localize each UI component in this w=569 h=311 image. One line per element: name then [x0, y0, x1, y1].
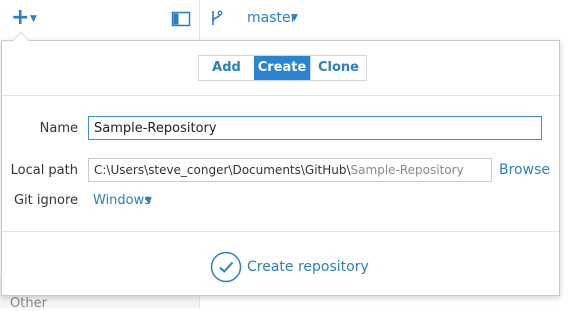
tab-clone[interactable]: Clone: [310, 56, 366, 80]
header-divider: [2, 95, 559, 96]
git-ignore-dropdown[interactable]: Windows: [93, 193, 151, 208]
chevron-down-icon[interactable]: ▼: [145, 196, 152, 206]
sidebar-item-other[interactable]: Other: [10, 296, 47, 311]
git-ignore-label: Git ignore: [13, 193, 78, 208]
create-repository-label: Create repository: [247, 259, 369, 275]
tab-add[interactable]: Add: [199, 56, 254, 80]
chevron-down-icon[interactable]: ▼: [291, 13, 298, 23]
footer-divider: [2, 231, 559, 232]
name-label: Name: [39, 121, 78, 136]
branch-selector[interactable]: master: [247, 10, 296, 26]
top-toolbar: + ▼ master ▼: [0, 0, 569, 38]
local-path-label: Local path: [10, 163, 78, 178]
browse-button[interactable]: Browse: [499, 162, 550, 178]
mode-tabs: Add Create Clone: [198, 55, 367, 81]
git-branch-icon: [212, 10, 223, 25]
local-path-base: C:\Users\steve_conger\Documents\GitHub\: [94, 163, 351, 177]
create-repository-button[interactable]: Create repository: [210, 251, 369, 285]
tab-create[interactable]: Create: [254, 56, 310, 80]
local-path-field[interactable]: C:\Users\steve_conger\Documents\GitHub\S…: [88, 158, 492, 182]
panel-toggle-icon[interactable]: [171, 11, 191, 27]
plus-icon: +: [11, 5, 30, 30]
add-repository-popover: Add Create Clone Name Local path C:\User…: [1, 32, 560, 296]
checkmark-circle-icon: [210, 251, 242, 283]
caret-down-icon: ▼: [30, 14, 37, 24]
popover-arrow-fill: [13, 33, 29, 41]
add-repository-menu-button[interactable]: + ▼: [9, 6, 45, 32]
local-path-repo-suffix: Sample-Repository: [350, 163, 464, 177]
repository-name-input[interactable]: [88, 116, 542, 140]
